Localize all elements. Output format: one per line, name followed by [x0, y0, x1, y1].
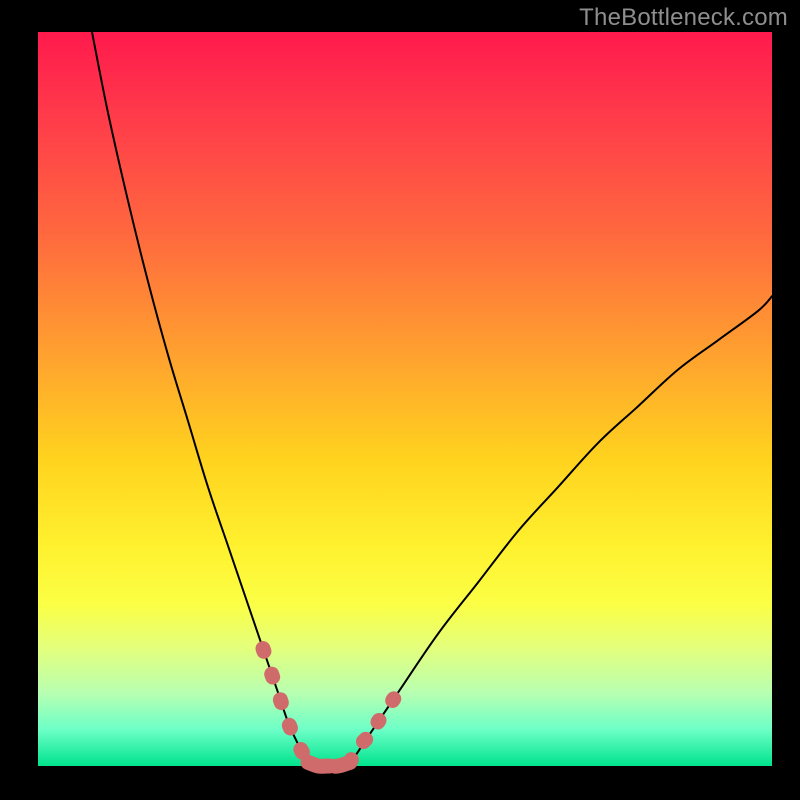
main-curve — [92, 32, 772, 766]
curves-svg — [38, 32, 772, 766]
watermark-text: TheBottleneck.com — [579, 4, 788, 32]
chart-frame: TheBottleneck.com — [0, 0, 800, 800]
plot-area — [38, 32, 772, 766]
